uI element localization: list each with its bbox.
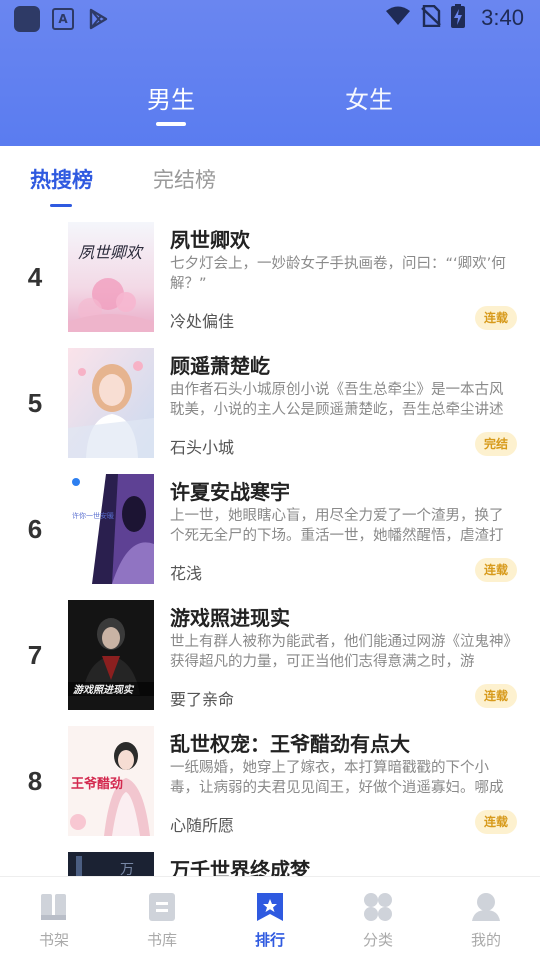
book-description: 一纸赐婚，她穿上了嫁衣，本打算暗戳戳的下个小毒，让病弱的夫君见见阎王，好做个逍遥… <box>170 760 504 796</box>
book-cover[interactable]: 夙世卿欢 <box>68 222 154 332</box>
nav-label: 书库 <box>146 931 177 949</box>
list-item[interactable]: 8 王爷醋劲 乱世权宠：王爷醋劲有点大 一纸赐婚，她穿上了嫁衣，本打算暗戳戳的下… <box>0 726 540 840</box>
nav-label: 书架 <box>38 931 69 949</box>
tab-male[interactable]: 男生 <box>121 80 221 115</box>
book-title[interactable]: 夙世卿欢 <box>170 224 250 253</box>
gender-tabs: 男生 女生 <box>0 80 540 130</box>
book-cover[interactable]: 万 <box>68 852 154 877</box>
cover-title-text: 游戏照进现实 <box>73 684 135 696</box>
nav-bookshelf[interactable]: 书架 <box>14 887 94 950</box>
cover-title-text: 夙世卿欢 <box>78 243 144 262</box>
app-notification-icon <box>14 6 40 32</box>
rank-number: 4 <box>27 262 43 292</box>
no-sim-icon <box>421 4 441 31</box>
cover-title-text: 许你一世安暖 <box>72 511 114 520</box>
profile-icon <box>470 891 502 923</box>
battery-charging-icon <box>451 4 466 32</box>
list-item[interactable]: 4 夙世卿欢 夙世卿欢 七夕灯会上，一妙龄女子手执画卷，问曰：“‘卿欢’何解？”… <box>0 222 540 336</box>
tab-hot-search[interactable]: 热搜榜 <box>30 164 93 194</box>
book-title[interactable]: 许夏安战寒宇 <box>170 476 290 505</box>
list-item[interactable]: 7 游戏照进现实 游戏照进现实 世上有群人被称为能武者，他们能通过网游《泣鬼神》… <box>0 600 540 714</box>
status-badge: 连载 <box>475 810 517 834</box>
rank-number: 8 <box>27 766 43 796</box>
book-cover[interactable]: 许你一世安暖 <box>68 474 154 584</box>
book-cover[interactable]: 游戏照进现实 <box>68 600 154 710</box>
bookshelf-icon <box>38 891 70 923</box>
book-cover[interactable]: 王爷醋劲 <box>68 726 154 836</box>
text-notification-icon: A <box>52 8 74 30</box>
book-author: 石头小城 <box>170 438 235 457</box>
library-icon <box>146 891 178 923</box>
ranking-page: A 3:40 男生 女生 热搜榜 完结榜 4 夙世卿欢 夙世卿欢 七夕灯会上，一… <box>0 0 540 960</box>
header: A 3:40 男生 女生 <box>0 0 540 146</box>
list-item[interactable]: 万 万千世界终成梦 <box>0 852 540 877</box>
status-badge: 连载 <box>475 684 517 708</box>
rank-tabs: 热搜榜 完结榜 <box>0 146 540 210</box>
book-title[interactable]: 乱世权宠：王爷醋劲有点大 <box>170 728 410 757</box>
list-item[interactable]: 6 许你一世安暖 许夏安战寒宇 上一世，她眼瞎心盲，用尽全力爱了一个渣男，换了个… <box>0 474 540 588</box>
rank-tab-indicator <box>50 204 72 207</box>
book-title[interactable]: 万千世界终成梦 <box>170 854 310 877</box>
rank-number: 5 <box>27 388 43 418</box>
nav-profile[interactable]: 我的 <box>446 887 526 950</box>
book-description: 由作者石头小城原创小说《吾生总牵尘》是一本古风耽美，小说的主人公是顾遥萧楚屹，吾… <box>170 382 504 418</box>
tab-female[interactable]: 女生 <box>319 80 419 115</box>
book-author: 冷处偏佳 <box>170 312 235 331</box>
nav-category[interactable]: 分类 <box>338 887 418 950</box>
book-description: 上一世，她眼瞎心盲，用尽全力爱了一个渣男，换了个死无全尸的下场。重活一世，她幡然… <box>170 508 504 544</box>
book-author: 要了亲命 <box>170 690 235 709</box>
status-badge: 连载 <box>475 306 517 330</box>
status-time: 3:40 <box>481 5 524 30</box>
play-store-icon <box>88 8 110 30</box>
status-bar: A 3:40 <box>0 0 540 36</box>
rank-number: 6 <box>27 514 43 544</box>
book-author: 花浅 <box>170 564 203 583</box>
cover-title-text: 王爷醋劲 <box>71 776 123 792</box>
nav-label: 分类 <box>362 931 393 949</box>
wifi-icon <box>385 5 411 31</box>
svg-text:万: 万 <box>120 862 134 877</box>
gender-tab-indicator <box>156 122 186 126</box>
tab-completed[interactable]: 完结榜 <box>153 164 216 194</box>
book-list[interactable]: 4 夙世卿欢 夙世卿欢 七夕灯会上，一妙龄女子手执画卷，问曰：“‘卿欢’何解？”… <box>0 222 540 877</box>
category-icon <box>362 891 394 923</box>
book-author: 心随所愿 <box>170 816 235 835</box>
status-badge: 连载 <box>475 558 517 582</box>
ranking-icon <box>254 891 286 923</box>
book-title[interactable]: 游戏照进现实 <box>170 602 290 631</box>
rank-number: 7 <box>27 640 43 670</box>
book-description: 七夕灯会上，一妙龄女子手执画卷，问曰：“‘卿欢’何解？” <box>170 256 506 292</box>
status-badge: 完结 <box>475 432 517 456</box>
bottom-nav: 书架 书库 排行 分类 我的 <box>0 876 540 960</box>
nav-label: 排行 <box>254 931 285 949</box>
list-item[interactable]: 5 顾遥萧楚屹 由作者石头小城原创小说《吾生总牵尘》是一本古风耽美，小说的主人公… <box>0 348 540 462</box>
nav-ranking[interactable]: 排行 <box>230 887 310 950</box>
book-description: 世上有群人被称为能武者，他们能通过网游《泣鬼神》获得超凡的力量，可正当他们志得意… <box>170 634 511 670</box>
book-cover[interactable] <box>68 348 154 458</box>
nav-library[interactable]: 书库 <box>122 887 202 950</box>
book-title[interactable]: 顾遥萧楚屹 <box>170 350 270 379</box>
nav-label: 我的 <box>470 931 501 949</box>
